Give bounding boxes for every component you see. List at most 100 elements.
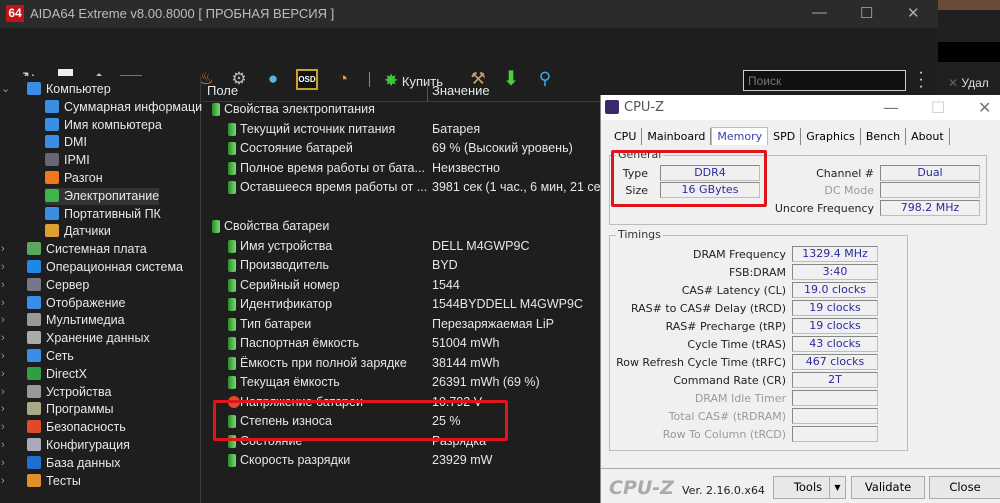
timing-value: 19.0 clocks [792,282,878,298]
column-header-value[interactable]: Значение [432,83,490,98]
tree-item-label: IPMI [64,153,90,168]
field-value: DELL M4GWP9C [432,238,530,253]
timings-title: Timings [616,228,663,241]
timing-label: Row Refresh Cycle Time (tRFC) [616,356,786,369]
tree-item[interactable]: › Устройства [1,384,111,401]
timing-value: 467 clocks [792,354,878,370]
tree-item-label: Суммарная информаци [64,99,203,114]
tree-item[interactable]: › DirectX [1,366,87,383]
tree-item[interactable]: › Программы [1,401,114,418]
chevron-right-icon[interactable]: › [1,295,5,312]
tree-item-icon [45,117,59,131]
tree-item[interactable]: › Тесты [1,473,81,490]
chevron-right-icon[interactable]: › [1,473,5,490]
tree-item[interactable]: › Сеть [1,348,74,365]
tree-item-icon [27,384,41,398]
timing-label: RAS# to CAS# Delay (tRCD) [630,302,786,315]
tree-item[interactable]: Имя компьютера [45,117,162,134]
tab-memory[interactable]: Memory [711,127,769,145]
tab-graphics[interactable]: Graphics [801,128,861,145]
tree-item[interactable]: › Конфигурация [1,437,130,454]
tree-item[interactable]: IPMI [45,152,90,169]
close-button[interactable]: ✕ [907,4,920,22]
tree-item-icon [27,455,41,469]
tree-item[interactable]: DMI [45,134,87,151]
close-window-button[interactable]: Close [929,476,1000,499]
field-name: Состояние батарей [240,141,353,155]
cpuz-brand-logo: CPU-Z [609,477,674,499]
title-bar: 64 AIDA64 Extreme v8.00.8000 [ ПРОБНАЯ В… [0,0,938,28]
chevron-right-icon[interactable]: › [1,437,5,454]
field-name: Ёмкость при полной зарядке [240,355,407,370]
maximize-button[interactable]: ☐ [860,4,873,22]
field-name: Свойства электропитания [224,102,375,116]
field-value: 38144 mWh [432,355,500,370]
chevron-right-icon[interactable]: › [1,455,5,472]
tree-item-label: Мультимедиа [46,313,125,328]
tree-item[interactable]: › Системная плата [1,241,147,258]
chevron-right-icon[interactable]: › [1,384,5,401]
tree-item[interactable]: › Сервер [1,277,89,294]
tree-item-icon [27,82,41,95]
timing-value: 19 clocks [792,318,878,334]
battery-icon [228,298,236,311]
column-header-field[interactable]: Поле [207,83,238,98]
validate-button[interactable]: Validate [851,476,925,499]
tree-item[interactable]: › Хранение данных [1,330,150,347]
tab-bench[interactable]: Bench [861,128,907,145]
timing-label: Row To Column (tRCD) [662,428,786,441]
chevron-right-icon[interactable]: › [1,259,5,276]
timing-value: 1329.4 MHz [792,246,878,262]
tree-item[interactable]: Разгон [45,170,103,187]
field-value: Неизвестно [432,160,500,175]
tab-mainboard[interactable]: Mainboard [642,128,712,145]
chevron-right-icon[interactable]: › [1,330,5,347]
tree-item-label: Имя компьютера [64,117,162,132]
timing-label: CAS# Latency (CL) [681,284,786,297]
battery-icon [228,259,236,272]
chevron-right-icon[interactable]: › [1,366,5,383]
tab-about[interactable]: About [906,128,950,145]
chevron-right-icon[interactable]: › [1,348,5,365]
chevron-right-icon[interactable]: › [1,419,5,436]
chevron-right-icon[interactable]: › [1,401,5,418]
tree-item-label: Системная плата [46,242,147,257]
battery-icon [228,337,236,350]
tree-item[interactable]: › Безопасность [1,419,126,436]
tab-cpu[interactable]: CPU [609,128,643,145]
timing-value: 2T [792,372,878,388]
tree-item[interactable]: › Мультимедиа [1,312,125,329]
field-value: BYD [432,258,458,272]
battery-icon [228,454,236,467]
tree-item[interactable]: › База данных [1,455,120,472]
tree-item-icon [45,206,59,220]
field-value: 1544 [432,277,460,292]
tree-item-label: Разгон [64,171,103,185]
chevron-right-icon[interactable]: › [1,312,5,329]
tree-item[interactable]: › Операционная система [1,259,183,276]
chevron-right-icon[interactable]: › [1,277,5,294]
tree-item[interactable]: Портативный ПК [45,206,161,223]
minimize-button[interactable]: — [812,4,827,21]
cpuz-maximize-button[interactable]: ☐ [931,98,945,117]
cpuz-version: Ver. 2.16.0.x64 [682,484,765,497]
chevron-down-icon[interactable]: ⌄ [1,81,10,98]
tree-item[interactable]: Суммарная информаци [45,99,202,116]
tools-dropdown-button[interactable]: ▼ [829,476,846,499]
tree-item-label: DMI [64,135,87,150]
field-value: 69 % (Высокий уровень) [432,141,573,155]
tab-spd[interactable]: SPD [768,128,802,145]
battery-icon [228,278,236,292]
delete-button[interactable]: ✕ Удал [948,76,989,90]
battery-icon [228,161,236,175]
cpuz-minimize-button[interactable]: — [883,98,899,117]
chevron-right-icon[interactable]: › [1,241,5,258]
tree-item[interactable]: Электропитание [45,187,160,205]
field-value: 1544BYDDELL M4GWP9C [432,297,583,311]
navigation-tree: ⌄ Компьютер Суммарная информаци Имя компьют… [0,76,202,503]
tree-item[interactable]: Датчики [45,223,111,240]
tree-item[interactable]: ⌄ Компьютер [1,81,111,98]
cpuz-close-x-button[interactable]: ✕ [978,98,991,117]
tree-item-icon [27,331,41,345]
tree-item[interactable]: › Отображение [1,295,125,312]
